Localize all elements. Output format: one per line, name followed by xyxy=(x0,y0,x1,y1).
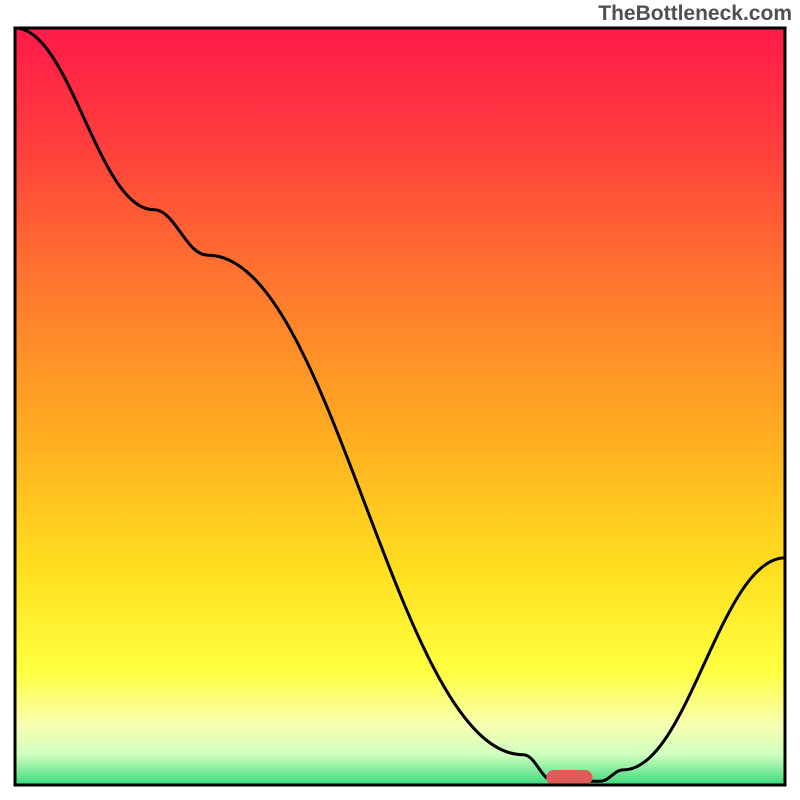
bottleneck-chart xyxy=(0,0,800,800)
chart-container: TheBottleneck.com xyxy=(0,0,800,800)
gradient-background xyxy=(15,28,785,785)
optimal-range-marker xyxy=(546,770,592,785)
watermark-text: TheBottleneck.com xyxy=(598,2,792,26)
